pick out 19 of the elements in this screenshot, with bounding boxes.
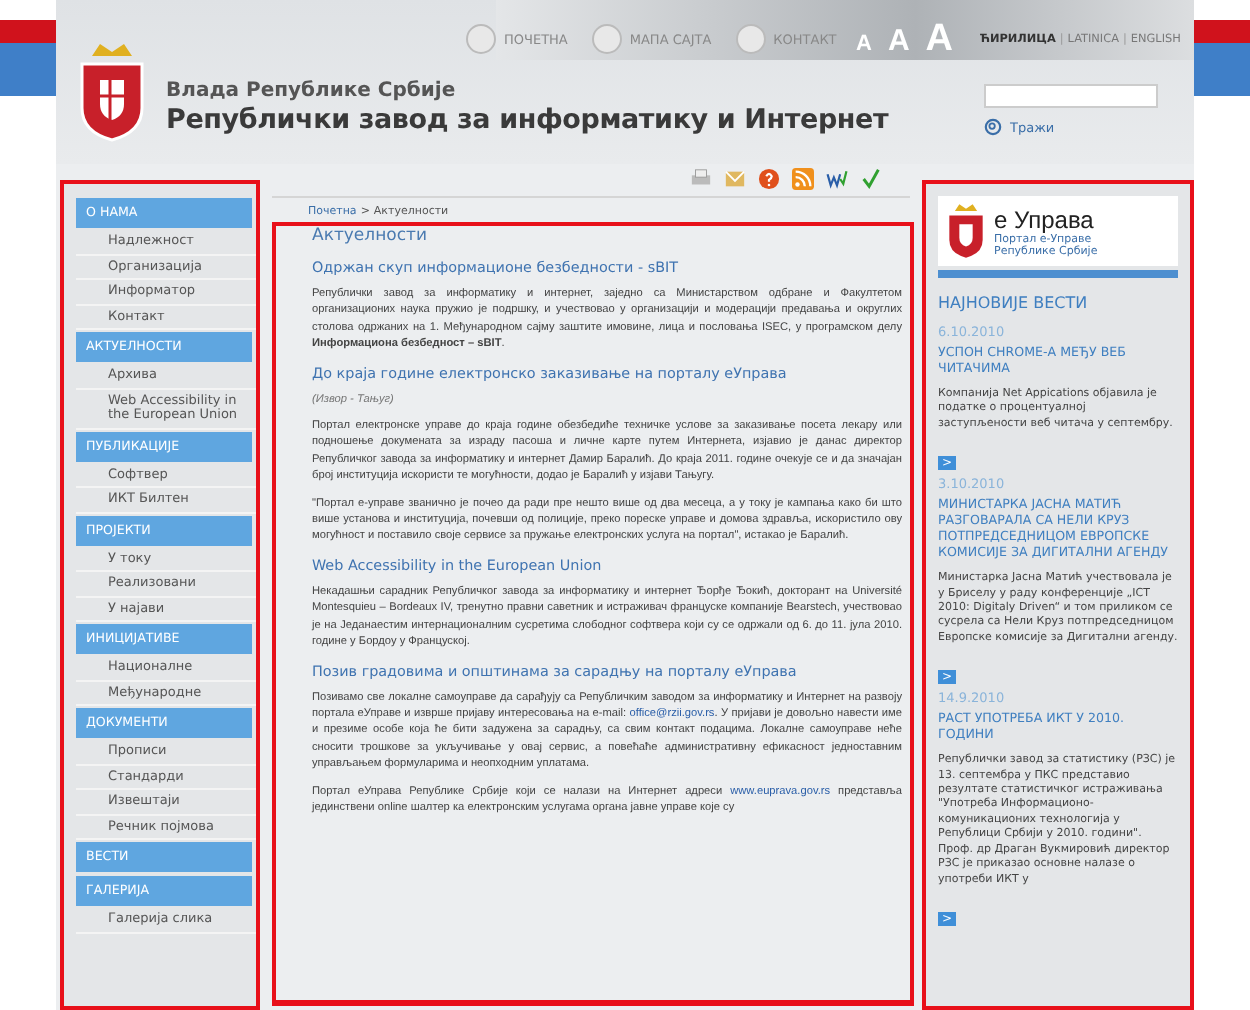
page-title: Актуелности (312, 226, 429, 246)
search-field[interactable] (984, 84, 1158, 108)
circle-icon (735, 24, 766, 54)
circle-icon (591, 24, 622, 54)
search-icon (984, 118, 1002, 136)
banner-title: е Управа (994, 205, 1096, 233)
circle-icon (466, 24, 496, 54)
envelope-icon[interactable] (724, 168, 746, 190)
flag-stripe (1194, 20, 1250, 96)
government-name: Влада Републике Србије (166, 80, 458, 102)
printer-icon[interactable] (690, 168, 712, 190)
help-icon[interactable] (758, 168, 780, 190)
coat-of-arms-icon (946, 202, 986, 260)
rss-icon[interactable] (792, 168, 814, 190)
flag-stripe (0, 20, 56, 96)
institute-name: Републички завод за информатику и Интернет (166, 104, 889, 136)
news-heading: НАЈНОВИЈЕ ВЕСТИ (938, 294, 1090, 312)
w3c-valid-icon[interactable] (826, 168, 848, 190)
checkmark-icon[interactable] (860, 168, 882, 190)
